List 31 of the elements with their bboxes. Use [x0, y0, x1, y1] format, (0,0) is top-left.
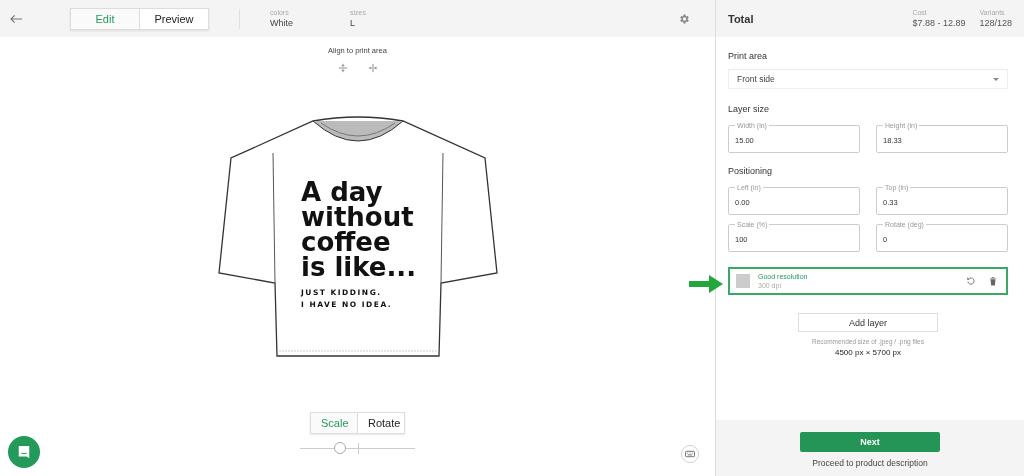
back-arrow-icon[interactable] [10, 13, 23, 24]
transform-tab[interactable]: Scale [310, 412, 358, 434]
slider-thumb[interactable] [334, 442, 347, 454]
reset-icon[interactable] [966, 276, 976, 286]
chat-button[interactable] [8, 436, 40, 468]
design-thumbnail [736, 274, 750, 288]
option-value[interactable]: White [270, 18, 350, 28]
stat-value: $7.88 - 12.89 [912, 18, 966, 28]
next-button[interactable]: Next [800, 432, 940, 452]
arrow-icon [689, 275, 723, 293]
add-layer-button[interactable]: Add layer [798, 313, 938, 332]
print-area-dropdown[interactable]: Front side [728, 69, 1008, 89]
settings-icon[interactable] [678, 12, 690, 25]
caret-icon [993, 77, 999, 81]
proceed-text: Proceed to product description [812, 458, 928, 468]
keyboard-icon[interactable] [681, 445, 699, 463]
chat-icon [17, 445, 31, 459]
panel-title: Total [728, 12, 754, 25]
section-heading: Layer size [728, 104, 770, 114]
align-vertical-center-icon[interactable] [337, 63, 348, 73]
recommended-dimensions: 4500 px × 5700 px [834, 348, 902, 357]
section-heading: Positioning [728, 166, 773, 176]
transform-tab[interactable]: Rotate [358, 412, 405, 434]
section-heading: Print area [728, 51, 768, 61]
trash-icon[interactable] [988, 276, 998, 286]
align-horizontal-center-icon[interactable] [367, 63, 378, 73]
mode-tab[interactable]: Edit [70, 7, 140, 30]
stat-value: 128/128 [979, 18, 1012, 28]
scale-slider[interactable] [300, 442, 415, 454]
mode-tab[interactable]: Preview [140, 7, 209, 30]
option-value[interactable]: L [350, 18, 430, 28]
